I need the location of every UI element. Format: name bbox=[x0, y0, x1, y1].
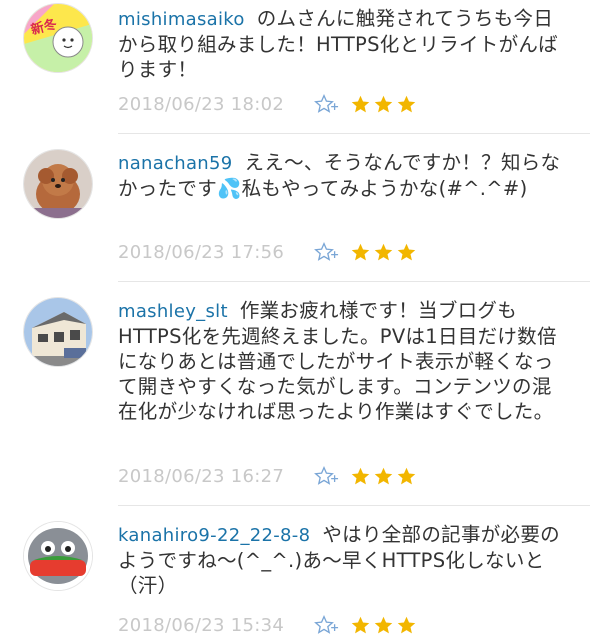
comment-timestamp: 2018/06/23 18:02 bbox=[118, 93, 285, 115]
user-avatar[interactable] bbox=[24, 522, 92, 590]
star-icon bbox=[374, 616, 393, 633]
add-star-button[interactable]: + bbox=[314, 464, 344, 488]
comment-username[interactable]: mashley_slt bbox=[118, 301, 228, 322]
star-icon bbox=[351, 616, 370, 633]
star-icon bbox=[351, 95, 370, 112]
comment-timestamp: 2018/06/23 16:27 bbox=[118, 465, 285, 487]
comment-meta: 2018/06/23 17:56 + bbox=[118, 238, 419, 266]
star-icon bbox=[397, 95, 416, 112]
star-icon bbox=[397, 467, 416, 484]
comment-body: nanachan59 ええ〜、そうなんですか！？知らなかったです💦私もやってみよう… bbox=[118, 150, 570, 201]
star-rating bbox=[350, 242, 419, 263]
divider bbox=[118, 505, 590, 506]
plus-icon: + bbox=[330, 472, 340, 485]
comment-meta: 2018/06/23 18:02 + bbox=[118, 90, 419, 118]
comment-timestamp: 2018/06/23 17:56 bbox=[118, 241, 285, 263]
comment-body: kanahiro9-22_22-8-8 やはり全部の記事が必要のようですね〜(^_… bbox=[118, 522, 570, 598]
add-star-button[interactable]: + bbox=[314, 240, 344, 264]
plus-icon: + bbox=[330, 621, 340, 634]
comment-username[interactable]: mishimasaiko bbox=[118, 9, 245, 30]
comment-meta: 2018/06/23 16:27 + bbox=[118, 462, 419, 490]
divider bbox=[118, 281, 590, 282]
star-icon bbox=[374, 243, 393, 260]
user-avatar[interactable]: 新冬 bbox=[24, 4, 92, 72]
comment-body: mishimasaiko のムさんに触発されてうちも今日から取り組みました！HTT… bbox=[118, 6, 570, 82]
star-rating bbox=[350, 615, 419, 636]
star-icon bbox=[351, 243, 370, 260]
comment-username[interactable]: kanahiro9-22_22-8-8 bbox=[118, 525, 310, 546]
star-icon bbox=[397, 243, 416, 260]
divider bbox=[118, 133, 590, 134]
add-star-button[interactable]: + bbox=[314, 613, 344, 637]
comment-timestamp: 2018/06/23 15:34 bbox=[118, 614, 285, 636]
star-icon bbox=[351, 467, 370, 484]
star-icon bbox=[397, 616, 416, 633]
comment-list: 新冬 mishimasaiko のムさんに触発されてうちも今日から取り組みました！… bbox=[0, 0, 590, 640]
star-rating bbox=[350, 466, 419, 487]
comment-body: mashley_slt 作業お疲れ様です！当ブログもHTTPS化を先週終えました。… bbox=[118, 298, 570, 424]
user-avatar[interactable] bbox=[24, 298, 92, 366]
comment-username[interactable]: nanachan59 bbox=[118, 153, 233, 174]
star-icon bbox=[374, 95, 393, 112]
plus-icon: + bbox=[330, 248, 340, 261]
user-avatar[interactable] bbox=[24, 150, 92, 218]
add-star-button[interactable]: + bbox=[314, 92, 344, 116]
plus-icon: + bbox=[330, 100, 340, 113]
comment-meta: 2018/06/23 15:34 + bbox=[118, 611, 419, 639]
star-icon bbox=[374, 467, 393, 484]
star-rating bbox=[350, 94, 419, 115]
